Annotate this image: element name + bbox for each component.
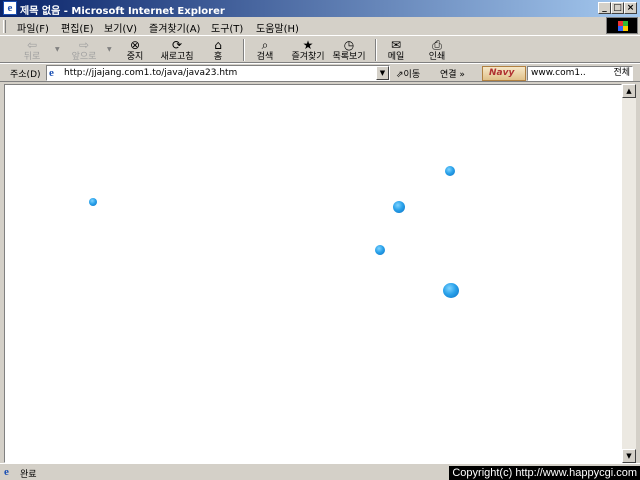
grip-handle[interactable] [3, 20, 6, 33]
history-button[interactable]: ◷ 목록보기 [325, 37, 373, 63]
scroll-down-icon[interactable]: ▼ [622, 449, 636, 463]
vertical-scrollbar[interactable]: ▲ ▼ [622, 84, 636, 463]
stop-icon: ⊗ [129, 38, 141, 52]
stop-button[interactable]: ⊗ 중지 [111, 37, 159, 63]
page-icon: e [49, 67, 54, 79]
search-button[interactable]: ⌕ 검색 [241, 37, 289, 63]
refresh-icon: ⟳ [171, 38, 183, 52]
copyright-overlay: Copyright(c) http://www.happycgi.com [449, 466, 640, 480]
go-arrow-icon: ⇗ [396, 70, 404, 80]
title-bar[interactable]: e 제목 없음 - Microsoft Internet Explorer _ … [0, 0, 640, 17]
close-button[interactable]: × [624, 2, 637, 14]
menu-file[interactable]: 파일(F) [17, 20, 49, 35]
back-button[interactable]: ⇦ 뒤로 [8, 37, 56, 63]
search-query[interactable]: www.com1.. [531, 67, 586, 80]
status-text: 완료 [20, 470, 37, 480]
bouncing-ball [443, 283, 459, 298]
menu-edit[interactable]: 편집(E) [61, 20, 94, 35]
home-button[interactable]: ⌂ 홈 [194, 37, 242, 63]
bouncing-ball [445, 166, 455, 176]
links-button[interactable]: 연결 » [440, 67, 465, 80]
address-dropdown-icon[interactable]: ▼ [376, 66, 389, 80]
menu-help[interactable]: 도움말(H) [256, 20, 299, 35]
bouncing-ball [89, 198, 97, 206]
standard-toolbar: ⇦ 뒤로 ▼ ⇨ 앞으로 ▼ ⊗ 중지 ⟳ 새로고침 ⌂ 홈 ⌕ 검색 ★ 즐겨… [0, 35, 640, 63]
menu-bar: 파일(F) 편집(E) 보기(V) 즐겨찾기(A) 도구(T) 도움말(H) [0, 17, 640, 35]
page-content [4, 84, 622, 463]
scroll-up-icon[interactable]: ▲ [622, 84, 636, 98]
menu-favorites[interactable]: 즐겨찾기(A) [149, 20, 200, 35]
navy-logo[interactable]: Navy [482, 66, 526, 81]
toolbar-search-input[interactable]: www.com1.. 전체 [527, 66, 633, 81]
arrow-left-icon: ⇦ [26, 38, 38, 52]
address-url[interactable]: http://jjajang.com1.to/java/java23.htm [64, 68, 237, 78]
search-all-button[interactable]: 전체 [613, 67, 630, 80]
print-button[interactable]: ⎙ 인쇄 [413, 37, 461, 63]
minimize-button[interactable]: _ [598, 2, 611, 14]
page-status-icon: e [4, 466, 9, 478]
address-label: 주소(D) [10, 70, 41, 80]
menu-view[interactable]: 보기(V) [104, 20, 137, 35]
maximize-button[interactable]: □ [611, 2, 624, 14]
home-icon: ⌂ [214, 38, 222, 52]
back-dropdown-icon[interactable]: ▼ [55, 46, 60, 53]
windows-logo [606, 17, 638, 34]
address-input[interactable]: e http://jjajang.com1.to/java/java23.htm… [46, 65, 390, 81]
window-title: 제목 없음 - Microsoft Internet Explorer [20, 6, 225, 17]
ie-icon: e [3, 1, 17, 15]
arrow-right-icon: ⇨ [78, 38, 90, 52]
menu-tools[interactable]: 도구(T) [211, 20, 243, 35]
printer-icon: ⎙ [432, 38, 442, 52]
search-icon: ⌕ [261, 38, 269, 52]
history-icon: ◷ [343, 38, 355, 52]
forward-button[interactable]: ⇨ 앞으로 [60, 37, 108, 63]
address-bar: 주소(D) e http://jjajang.com1.to/java/java… [0, 63, 640, 82]
folder-star-icon: ★ [302, 38, 314, 52]
bouncing-ball [393, 201, 405, 213]
bouncing-ball [375, 245, 385, 255]
status-bar: e 완료 Copyright(c) http://www.happycgi.co… [0, 463, 640, 480]
go-button[interactable]: ⇗이동 [396, 67, 420, 80]
mail-icon: ✉ [390, 38, 402, 52]
